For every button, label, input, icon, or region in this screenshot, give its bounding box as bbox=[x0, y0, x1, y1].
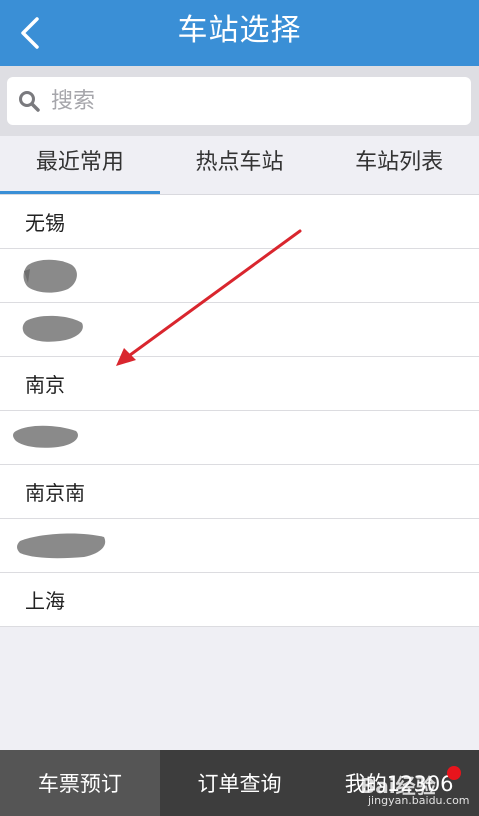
station-tabs: 最近常用 热点车站 车站列表 bbox=[0, 136, 479, 194]
station-row-redacted[interactable] bbox=[0, 519, 479, 573]
redacted-scribble bbox=[17, 533, 106, 559]
app-header: 车站选择 bbox=[0, 0, 479, 66]
station-row[interactable]: 无锡 bbox=[0, 195, 479, 249]
station-row[interactable]: 南京南 bbox=[0, 465, 479, 519]
station-list: 无锡 南京 南京南 上海 bbox=[0, 194, 479, 627]
nav-my-12306[interactable]: 我的12306 bbox=[319, 750, 479, 816]
bottom-nav: 车票预订 订单查询 我的12306 bbox=[0, 750, 479, 816]
station-row[interactable]: 南京 bbox=[0, 357, 479, 411]
redacted-scribble bbox=[13, 425, 78, 448]
station-name: 南京 bbox=[25, 373, 65, 397]
station-name: 南京南 bbox=[25, 481, 85, 505]
tab-recent[interactable]: 最近常用 bbox=[0, 136, 160, 194]
page-title: 车站选择 bbox=[177, 13, 302, 48]
redacted-scribble bbox=[22, 315, 83, 342]
nav-order-query[interactable]: 订单查询 bbox=[160, 750, 320, 816]
nav-my-12306-label: 我的12306 bbox=[344, 772, 454, 796]
tab-station-list[interactable]: 车站列表 bbox=[319, 136, 479, 194]
search-input[interactable] bbox=[51, 79, 471, 123]
station-name: 上海 bbox=[25, 589, 65, 613]
search-box[interactable] bbox=[7, 77, 471, 125]
station-row[interactable]: 上海 bbox=[0, 573, 479, 627]
station-row-redacted[interactable] bbox=[0, 411, 479, 465]
station-row-redacted[interactable] bbox=[0, 303, 479, 357]
station-name: 无锡 bbox=[25, 211, 65, 235]
notification-dot bbox=[446, 766, 461, 780]
search-icon bbox=[7, 77, 51, 125]
nav-ticket-booking[interactable]: 车票预订 bbox=[0, 750, 160, 816]
tab-hot-stations[interactable]: 热点车站 bbox=[160, 136, 320, 194]
station-row-redacted[interactable] bbox=[0, 249, 479, 303]
redacted-scribble bbox=[23, 259, 77, 293]
search-bar bbox=[0, 66, 479, 136]
